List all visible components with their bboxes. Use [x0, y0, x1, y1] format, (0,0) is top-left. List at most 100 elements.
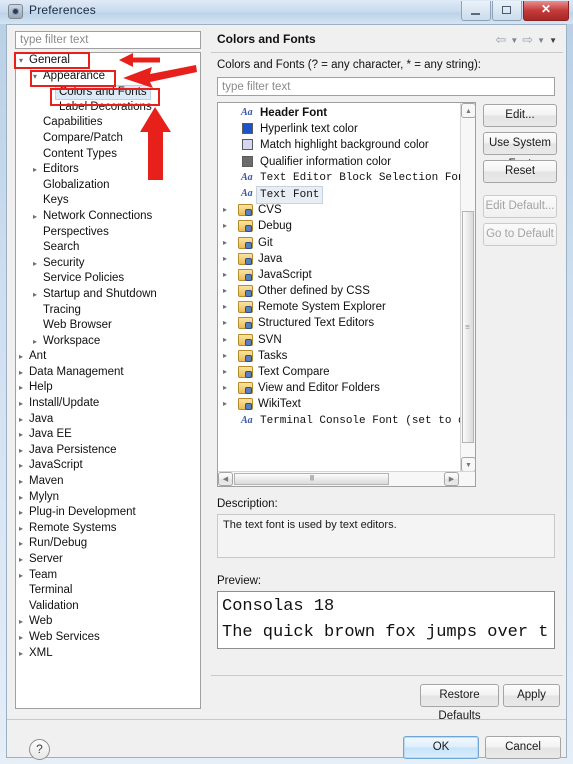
sidebar-item-workspace[interactable]: Workspace	[16, 334, 200, 350]
sidebar-item-help[interactable]: Help	[16, 380, 200, 396]
chevron-right-icon[interactable]: ▸	[223, 218, 227, 234]
preferences-tree[interactable]: General Appearance Colors and FontsLabel D…	[15, 52, 201, 709]
chevron-right-icon[interactable]: ▸	[223, 348, 227, 364]
chevron-down-icon[interactable]	[30, 69, 40, 85]
chevron-right-icon[interactable]: ▸	[223, 235, 227, 251]
sidebar-item-tracing[interactable]: Tracing	[16, 303, 200, 319]
list-item[interactable]: Qualifier information color	[218, 154, 461, 170]
list-item[interactable]: ▸ Git	[218, 235, 461, 251]
list-item[interactable]: ▸ Debug	[218, 218, 461, 234]
font-filter-input[interactable]: type filter text	[217, 77, 555, 96]
scroll-up-icon[interactable]: ▲	[461, 103, 475, 118]
chevron-right-icon[interactable]	[30, 287, 40, 303]
sidebar-item-perspectives[interactable]: Perspectives	[16, 225, 200, 241]
sidebar-item-run-debug[interactable]: Run/Debug	[16, 536, 200, 552]
back-arrow-icon[interactable]: ⇦	[495, 32, 506, 48]
sidebar-item-appearance[interactable]: Appearance	[16, 69, 200, 85]
chevron-right-icon[interactable]: ▸	[223, 332, 227, 348]
chevron-right-icon[interactable]: ▸	[223, 380, 227, 396]
chevron-right-icon[interactable]	[16, 380, 26, 396]
chevron-right-icon[interactable]	[30, 162, 40, 178]
use-system-font-button[interactable]: Use System Font	[483, 132, 557, 170]
maximize-button[interactable]	[492, 1, 522, 21]
chevron-right-icon[interactable]	[16, 646, 26, 662]
sidebar-item-java[interactable]: Java	[16, 412, 200, 428]
chevron-right-icon[interactable]	[16, 536, 26, 552]
list-item[interactable]: Aa Text Font	[218, 185, 461, 205]
sidebar-item-colors-and-fonts[interactable]: Colors and Fonts	[16, 84, 200, 101]
sidebar-item-xml[interactable]: XML	[16, 646, 200, 662]
sidebar-item-web-browser[interactable]: Web Browser	[16, 318, 200, 334]
sidebar-item-capabilities[interactable]: Capabilities	[16, 115, 200, 131]
sidebar-item-label-decorations[interactable]: Label Decorations	[16, 100, 200, 116]
chevron-right-icon[interactable]	[16, 505, 26, 521]
apply-button[interactable]: Apply	[503, 684, 560, 707]
list-item[interactable]: ▸ JavaScript	[218, 267, 461, 283]
sidebar-item-maven[interactable]: Maven	[16, 474, 200, 490]
hscroll-thumb[interactable]	[234, 473, 389, 485]
forward-arrow-icon[interactable]: ⇨	[522, 32, 533, 48]
chevron-right-icon[interactable]: ▸	[223, 315, 227, 331]
go-to-default-button[interactable]: Go to Default	[483, 223, 557, 246]
list-item[interactable]: ▸ WikiText	[218, 396, 461, 412]
sidebar-item-team[interactable]: Team	[16, 568, 200, 584]
chevron-right-icon[interactable]: ▸	[223, 251, 227, 267]
chevron-right-icon[interactable]: ▸	[223, 202, 227, 218]
edit-button[interactable]: Edit...	[483, 104, 557, 127]
sidebar-item-content-types[interactable]: Content Types	[16, 147, 200, 163]
chevron-right-icon[interactable]: ▸	[223, 364, 227, 380]
back-chevron-down-icon[interactable]: ▼	[510, 36, 518, 45]
chevron-right-icon[interactable]	[16, 490, 26, 506]
font-list-vscrollbar[interactable]: ▲ ▼	[460, 103, 475, 472]
scroll-left-icon[interactable]: ◀	[218, 472, 233, 486]
restore-defaults-button[interactable]: Restore Defaults	[420, 684, 499, 722]
colors-and-fonts-list[interactable]: Aa Header Font Hyperlink text color Match h…	[217, 102, 476, 487]
sidebar-item-data-management[interactable]: Data Management	[16, 365, 200, 381]
scroll-right-icon[interactable]: ▶	[444, 472, 459, 486]
sidebar-item-mylyn[interactable]: Mylyn	[16, 490, 200, 506]
sidebar-item-service-policies[interactable]: Service Policies	[16, 271, 200, 287]
chevron-right-icon[interactable]	[16, 474, 26, 490]
sidebar-item-install-update[interactable]: Install/Update	[16, 396, 200, 412]
list-item[interactable]: ▸ SVN	[218, 332, 461, 348]
chevron-right-icon[interactable]: ▸	[223, 267, 227, 283]
sidebar-item-globalization[interactable]: Globalization	[16, 178, 200, 194]
chevron-right-icon[interactable]	[30, 334, 40, 350]
edit-default-button[interactable]: Edit Default...	[483, 195, 557, 218]
sidebar-item-terminal[interactable]: Terminal	[16, 583, 200, 599]
chevron-right-icon[interactable]	[16, 521, 26, 537]
chevron-right-icon[interactable]	[16, 412, 26, 428]
sidebar-item-startup-and-shutdown[interactable]: Startup and Shutdown	[16, 287, 200, 303]
chevron-right-icon[interactable]: ▸	[223, 396, 227, 412]
list-item[interactable]: ▸ CVS	[218, 202, 461, 218]
window-titlebar[interactable]: Preferences ✕	[0, 0, 573, 24]
font-list-hscrollbar[interactable]: ◀ ▶	[218, 471, 475, 486]
chevron-right-icon[interactable]	[16, 630, 26, 646]
chevron-right-icon[interactable]: ▸	[223, 299, 227, 315]
chevron-right-icon[interactable]	[16, 443, 26, 459]
list-item[interactable]: Hyperlink text color	[218, 121, 461, 137]
list-item[interactable]: ▸ Text Compare	[218, 364, 461, 380]
list-item[interactable]: ▸ Remote System Explorer	[218, 299, 461, 315]
ok-button[interactable]: OK	[403, 736, 479, 759]
chevron-right-icon[interactable]	[16, 568, 26, 584]
chevron-right-icon[interactable]: ▸	[223, 283, 227, 299]
sidebar-item-plug-in-development[interactable]: Plug-in Development	[16, 505, 200, 521]
sidebar-item-java-ee[interactable]: Java EE	[16, 427, 200, 443]
list-item[interactable]: Aa Header Font	[218, 105, 461, 121]
sidebar-item-web-services[interactable]: Web Services	[16, 630, 200, 646]
chevron-right-icon[interactable]	[16, 552, 26, 568]
sidebar-item-compare-patch[interactable]: Compare/Patch	[16, 131, 200, 147]
sidebar-item-javascript[interactable]: JavaScript	[16, 458, 200, 474]
chevron-right-icon[interactable]	[30, 256, 40, 272]
chevron-right-icon[interactable]	[16, 365, 26, 381]
sidebar-item-general[interactable]: General	[16, 53, 200, 69]
chevron-right-icon[interactable]	[16, 396, 26, 412]
forward-chevron-down-icon[interactable]: ▼	[537, 36, 545, 45]
chevron-right-icon[interactable]	[16, 614, 26, 630]
list-item[interactable]: Aa Terminal Console Font (set to defa	[218, 413, 461, 429]
reset-button[interactable]: Reset	[483, 160, 557, 183]
list-item[interactable]: ▸ Structured Text Editors	[218, 315, 461, 331]
list-item[interactable]: ▸ Java	[218, 251, 461, 267]
sidebar-item-search[interactable]: Search	[16, 240, 200, 256]
